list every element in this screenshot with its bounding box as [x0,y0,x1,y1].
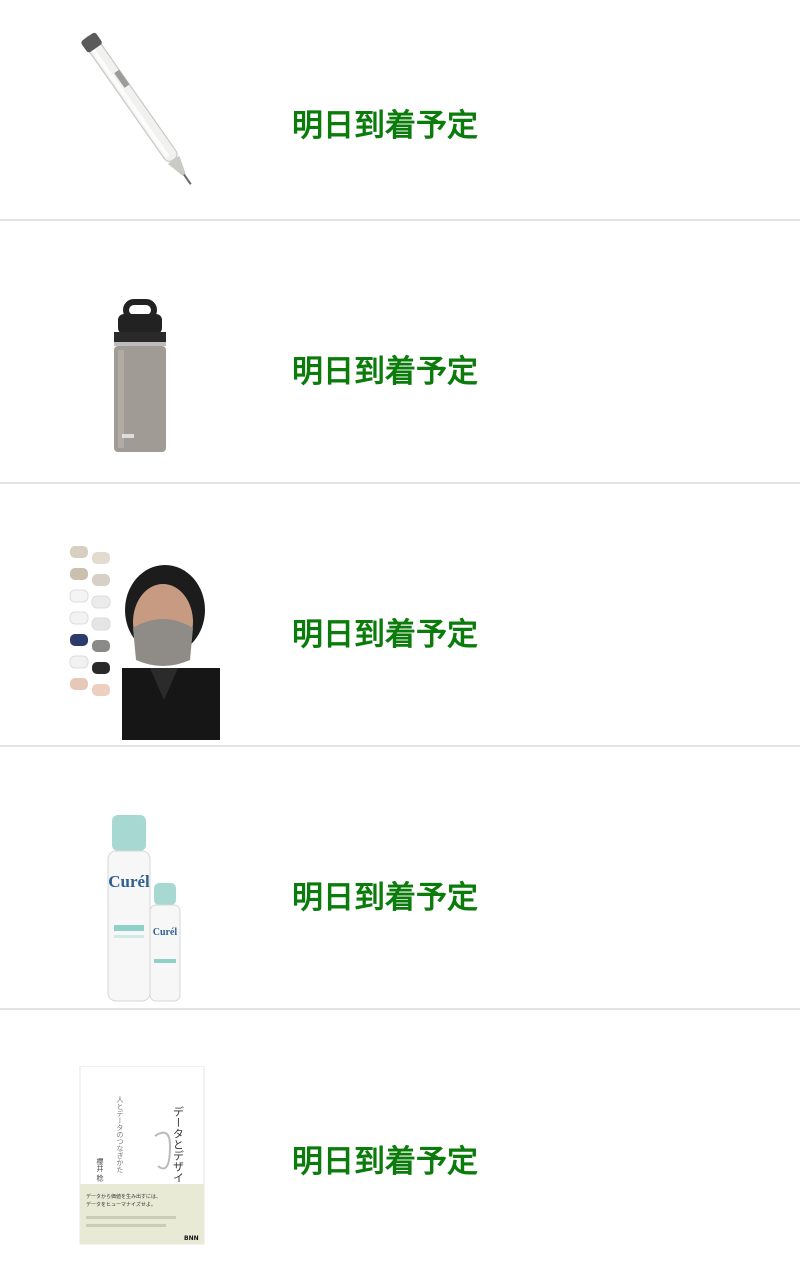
book-image[interactable]: 人とデータのつなぎかた データとデザイン 櫻井 稔 データから価値を生み出すには… [60,1066,220,1266]
pen-image[interactable] [60,10,220,210]
svg-text:BNN: BNN [184,1235,199,1242]
delivery-status: 明日到着予定 [292,108,478,144]
delivery-status: 明日到着予定 [292,617,478,653]
svg-text:データをヒューマナイズせよ。: データをヒューマナイズせよ。 [86,1201,156,1208]
bottle-image[interactable] [60,266,220,466]
list-item[interactable]: 明日到着予定 [0,0,800,221]
list-item[interactable]: Curél Curél 明日到着予定 [0,747,800,1010]
list-item[interactable]: 明日到着予定 [0,484,800,747]
svg-text:データとデザイン: データとデザイン [172,1105,185,1194]
list-item[interactable]: 明日到着予定 [0,221,800,484]
svg-text:櫻井 稔: 櫻井 稔 [96,1157,104,1182]
svg-text:Curél: Curél [153,927,178,938]
svg-text:Curél: Curél [108,872,150,891]
order-list: 明日到着予定 明日到着予定 明日到着予定 Curél Curél 明日到着予定 … [0,0,800,1269]
mask-image[interactable] [60,540,220,740]
spray-image[interactable]: Curél Curél [60,807,220,1007]
svg-text:データから価値を生み出すには、: データから価値を生み出すには、 [86,1193,161,1200]
svg-text:人とデータのつなぎかた: 人とデータのつなぎかた [116,1096,124,1173]
delivery-status: 明日到着予定 [292,880,478,916]
list-item[interactable]: 人とデータのつなぎかた データとデザイン 櫻井 稔 データから価値を生み出すには… [0,1010,800,1269]
delivery-status: 明日到着予定 [292,354,478,390]
delivery-status: 明日到着予定 [292,1144,478,1180]
